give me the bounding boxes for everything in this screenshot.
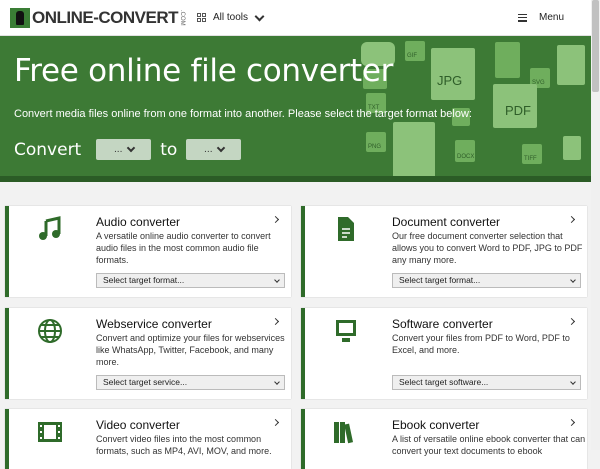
file-epub-icon bbox=[563, 136, 581, 160]
card-description: Convert video files into the most common… bbox=[96, 434, 272, 456]
document-target-format-select[interactable]: Select target format... bbox=[392, 273, 581, 288]
scrollbar-thumb[interactable] bbox=[592, 0, 599, 92]
file-graph-icon bbox=[393, 122, 435, 182]
file-image-icon bbox=[495, 42, 520, 78]
page-subtitle: Convert media files online from one form… bbox=[14, 108, 472, 120]
chevron-right-icon bbox=[271, 317, 280, 326]
chevron-right-icon bbox=[271, 215, 280, 224]
file-gif-icon: GIF bbox=[405, 41, 425, 61]
document-converter-card[interactable]: Document converter Our free document con… bbox=[301, 206, 587, 297]
card-title: Video converter bbox=[96, 418, 180, 432]
file-docx-icon: DOCX bbox=[455, 140, 475, 162]
site-logo[interactable]: ONLINE-CONVERT .COM bbox=[10, 7, 185, 28]
file-chart-icon bbox=[557, 45, 585, 85]
chevron-down-icon bbox=[254, 11, 265, 21]
card-title: Ebook converter bbox=[392, 418, 480, 432]
logo-text: ONLINE-CONVERT bbox=[32, 7, 179, 27]
page-scrollbar[interactable] bbox=[591, 0, 600, 450]
music-note-icon bbox=[39, 216, 61, 240]
software-target-select[interactable]: Select target software... bbox=[392, 375, 581, 390]
to-label: to bbox=[160, 139, 178, 160]
ebook-converter-card[interactable]: Ebook converter A list of versatile onli… bbox=[301, 409, 587, 469]
source-format-value: ... bbox=[113, 144, 123, 155]
chevron-down-icon bbox=[126, 143, 135, 153]
card-description: A list of versatile online ebook convert… bbox=[392, 434, 586, 456]
document-icon bbox=[338, 217, 354, 241]
card-description: Convert your files from PDF to Word, PDF… bbox=[392, 333, 570, 355]
file-png-icon: PNG bbox=[366, 132, 386, 152]
audio-converter-card[interactable]: Audio converter A versatile online audio… bbox=[5, 206, 291, 297]
chevron-right-icon bbox=[567, 317, 576, 326]
file-tiff-icon: TIFF bbox=[522, 144, 542, 164]
card-title: Document converter bbox=[392, 215, 501, 229]
chevron-right-icon bbox=[567, 215, 576, 224]
all-tools-label: All tools bbox=[213, 12, 249, 23]
card-title: Audio converter bbox=[96, 215, 181, 229]
card-description: Our free document converter selection th… bbox=[392, 231, 583, 265]
monitor-icon bbox=[336, 320, 356, 342]
software-converter-card[interactable]: Software converter Convert your files fr… bbox=[301, 308, 587, 399]
globe-icon bbox=[38, 319, 62, 343]
hamburger-icon bbox=[517, 13, 527, 22]
hero-banner: GIF JPG SVG TXT PDF PNG DOCX TIFF Free o… bbox=[0, 36, 591, 182]
film-icon bbox=[38, 422, 62, 442]
video-converter-card[interactable]: Video converter Convert video files into… bbox=[5, 409, 291, 469]
menu-button[interactable]: Menu bbox=[517, 0, 564, 35]
file-pdf-icon: PDF bbox=[493, 84, 537, 128]
menu-label: Menu bbox=[538, 12, 564, 23]
books-icon bbox=[334, 422, 354, 444]
grid-icon bbox=[197, 12, 207, 23]
hero-divider bbox=[0, 176, 591, 182]
page-title: Free online file converter bbox=[14, 53, 394, 89]
card-description: Convert and optimize your files for webs… bbox=[96, 333, 285, 367]
target-format-select[interactable]: ... bbox=[186, 139, 242, 160]
convert-label: Convert bbox=[14, 139, 82, 160]
webservice-converter-card[interactable]: Webservice converter Convert and optimiz… bbox=[5, 308, 291, 399]
webservice-target-select[interactable]: Select target service... bbox=[96, 375, 285, 390]
source-format-select[interactable]: ... bbox=[96, 139, 152, 160]
chevron-right-icon bbox=[271, 418, 280, 427]
chevron-down-icon bbox=[216, 143, 225, 153]
top-navigation-bar: ONLINE-CONVERT .COM All tools Menu bbox=[0, 0, 591, 36]
logo-figure-icon bbox=[10, 7, 30, 28]
quick-convert-row: Convert ... to ... bbox=[14, 139, 242, 160]
all-tools-dropdown[interactable]: All tools bbox=[197, 11, 265, 23]
target-format-value: ... bbox=[204, 144, 213, 155]
chevron-right-icon bbox=[567, 418, 576, 427]
file-jpg-icon: JPG bbox=[431, 48, 475, 100]
logo-com: .COM bbox=[179, 9, 185, 26]
card-description: A versatile online audio converter to co… bbox=[96, 231, 271, 265]
card-title: Software converter bbox=[392, 317, 493, 331]
audio-target-format-select[interactable]: Select target format... bbox=[96, 273, 285, 288]
card-title: Webservice converter bbox=[96, 317, 212, 331]
